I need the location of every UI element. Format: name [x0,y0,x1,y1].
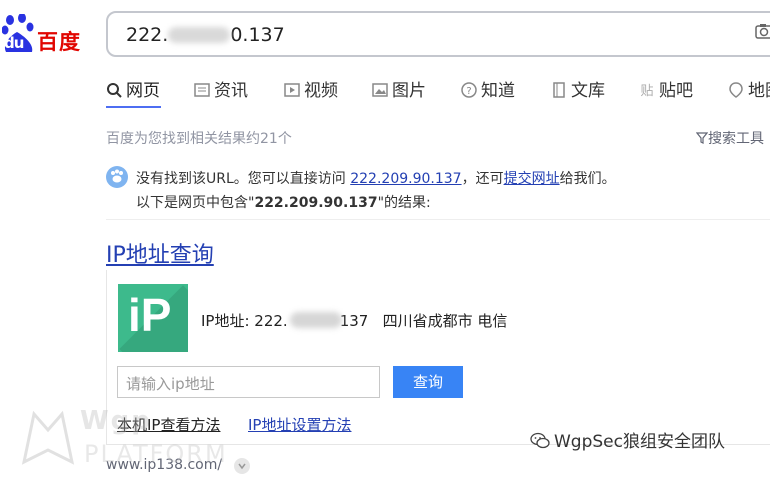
platform-watermark: Wgp PLATFORM [10,400,240,474]
watermark-line-1: Wgp [80,406,152,436]
tab-images[interactable]: 图片 [372,76,426,108]
paw-notice-icon [106,166,128,188]
svg-text:贴: 贴 [640,84,653,98]
funnel-icon [695,132,709,144]
ip-suffix: 137 [339,312,369,330]
camera-icon[interactable] [755,23,770,39]
redacted-ip-blur [290,312,342,328]
ip-location: 四川省成都市 电信 [382,312,508,330]
tab-map[interactable]: 地图 [728,76,770,108]
tab-zhidao[interactable]: ? 知道 [461,76,515,108]
wolf-logo-icon [21,410,75,465]
tab-news-label: 资讯 [214,81,248,101]
tab-images-label: 图片 [392,81,426,101]
notice-text-suffix: 给我们。 [559,171,616,187]
ip-info: IP地址: 222. 137 四川省成都市 电信 [201,310,507,331]
video-icon [284,83,300,97]
result-count: 百度为您找到相关结果约21个 [106,131,292,147]
active-tab-indicator [106,106,161,108]
tab-wenku[interactable]: 文库 [551,76,605,108]
logo-du-text: du [4,34,24,52]
ip-setting-method-link[interactable]: IP地址设置方法 [248,414,351,435]
wechat-watermark: WgpSec狼组安全团队 [530,427,725,452]
tab-news[interactable]: 资讯 [194,76,248,108]
tab-map-label: 地图 [748,81,770,101]
logo-brand-text: 百度 [37,30,81,54]
tab-video-label: 视频 [304,81,338,101]
ip-address-input[interactable]: 请输入ip地址 [117,366,380,398]
divider [106,219,770,220]
tab-tieba[interactable]: 贴贴吧 [639,76,693,108]
ip138-logo[interactable]: iP [118,284,188,352]
notice2-suffix: "的结果: [377,195,431,211]
ip138-logo-text: iP [128,289,172,341]
notice-text: 没有找到该URL。您可以直接访问 [136,171,351,187]
tab-video[interactable]: 视频 [284,76,338,108]
tab-zhidao-label: 知道 [481,81,515,101]
submit-url-link[interactable]: 提交网址 [504,171,560,187]
map-icon [729,82,743,98]
search-tools-button[interactable]: 搜索工具 [695,128,764,148]
notice2-bold-ip: 222.209.90.137 [254,195,378,211]
notice-line-1: 没有找到该URL。您可以直接访问 222.209.90.137，还可提交网址给我… [136,168,616,188]
tab-web-label: 网页 [126,81,160,101]
query-button[interactable]: 查询 [393,366,463,398]
wechat-watermark-text: WgpSec狼组安全团队 [554,432,725,452]
notice2-prefix: 以下是网页中包含" [136,195,255,211]
ip-label: IP地址: 222. [201,312,288,330]
image-icon [372,83,388,97]
wechat-icon [530,432,550,449]
tab-tieba-label: 贴吧 [659,81,693,101]
news-icon [194,83,210,97]
search-icon [107,83,122,98]
direct-url-link[interactable]: 222.209.90.137 [350,171,461,187]
document-icon [553,82,565,98]
search-tools-label: 搜索工具 [708,131,764,147]
question-icon: ? [461,82,477,98]
tab-wenku-label: 文库 [571,81,605,101]
notice-text-mid: ，还可 [461,171,504,187]
redacted-blur [168,27,230,43]
baidu-logo[interactable]: du 百度 [0,12,86,60]
search-input[interactable]: 222. 0.137 [106,11,770,57]
watermark-line-2: PLATFORM [84,440,228,468]
svg-text:?: ? [466,86,471,97]
tab-web[interactable]: 网页 [106,76,160,108]
result-title-link[interactable]: IP地址查询 [106,237,214,269]
tieba-icon: 贴 [640,84,653,98]
notice-line-2: 以下是网页中包含"222.209.90.137"的结果: [136,192,431,212]
